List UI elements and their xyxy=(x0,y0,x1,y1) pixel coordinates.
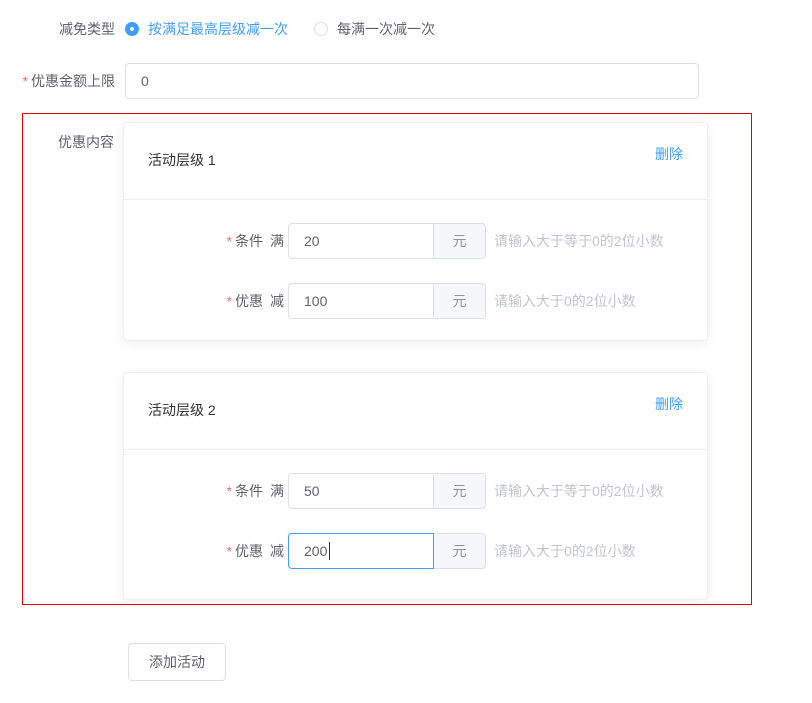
discount-limit-row: *优惠金额上限 xyxy=(0,63,699,99)
activity-level-card-1: 活动层级 1 删除 *条件满 元 请输入大于等于0的2位小数 *优惠减 元 请输… xyxy=(123,122,708,341)
discount-field-row: *优惠减 元 请输入大于0的2位小数 xyxy=(124,533,707,569)
required-asterisk: * xyxy=(227,543,232,559)
condition-field-row: *条件满 元 请输入大于等于0的2位小数 xyxy=(124,473,707,509)
discount-input-group: 元 xyxy=(288,283,486,319)
field-prefix: 减 xyxy=(270,293,284,309)
unit-append: 元 xyxy=(434,223,486,259)
text-caret xyxy=(329,542,330,560)
radio-unselected-icon xyxy=(314,22,328,36)
condition-field-row: *条件满 元 请输入大于等于0的2位小数 xyxy=(124,223,707,259)
unit-append: 元 xyxy=(434,533,486,569)
delete-card-1-link[interactable]: 删除 xyxy=(655,146,683,162)
card-title: 活动层级 2 xyxy=(148,402,216,418)
radio-option-every-time[interactable]: 每满一次减一次 xyxy=(314,19,435,39)
condition-amount-input[interactable] xyxy=(288,223,434,259)
field-prefix: 减 xyxy=(270,543,284,559)
radio-option-highest-level[interactable]: 按满足最高层级减一次 xyxy=(125,19,288,39)
activity-level-card-2: 活动层级 2 删除 *条件满 元 请输入大于等于0的2位小数 *优惠减 元 请输… xyxy=(123,372,708,600)
radio-option-label: 按满足最高层级减一次 xyxy=(148,19,288,39)
field-prefix: 满 xyxy=(270,483,284,499)
input-hint: 请输入大于等于0的2位小数 xyxy=(494,231,664,251)
card-title: 活动层级 1 xyxy=(148,152,216,168)
condition-label: *条件满 xyxy=(124,481,288,501)
reduction-type-row: 减免类型 按满足最高层级减一次 每满一次减一次 xyxy=(0,21,435,37)
discount-content-label: 优惠内容 xyxy=(23,134,114,150)
discount-amount-input-focused[interactable] xyxy=(288,533,434,569)
discount-limit-label: *优惠金额上限 xyxy=(0,73,125,89)
required-asterisk: * xyxy=(227,483,232,499)
condition-label: *条件满 xyxy=(124,231,288,251)
card-header-divider xyxy=(124,199,707,200)
discount-input-group: 元 xyxy=(288,533,486,569)
condition-input-group: 元 xyxy=(288,223,486,259)
reduction-type-label: 减免类型 xyxy=(0,21,125,37)
discount-limit-input[interactable] xyxy=(125,63,699,99)
radio-option-label: 每满一次减一次 xyxy=(337,19,435,39)
card-header-divider xyxy=(124,449,707,450)
required-asterisk: * xyxy=(227,293,232,309)
field-prefix: 满 xyxy=(270,233,284,249)
discount-label: *优惠减 xyxy=(124,291,288,311)
input-hint: 请输入大于0的2位小数 xyxy=(494,541,636,561)
discount-label: *优惠减 xyxy=(124,541,288,561)
discount-amount-input[interactable] xyxy=(288,283,434,319)
input-hint: 请输入大于等于0的2位小数 xyxy=(494,481,664,501)
radio-selected-icon xyxy=(125,22,139,36)
add-activity-button[interactable]: 添加活动 xyxy=(128,643,226,681)
unit-append: 元 xyxy=(434,473,486,509)
condition-amount-input[interactable] xyxy=(288,473,434,509)
required-asterisk: * xyxy=(23,73,28,89)
delete-card-2-link[interactable]: 删除 xyxy=(655,396,683,412)
input-hint: 请输入大于0的2位小数 xyxy=(494,291,636,311)
condition-input-group: 元 xyxy=(288,473,486,509)
discount-field-row: *优惠减 元 请输入大于0的2位小数 xyxy=(124,283,707,319)
required-asterisk: * xyxy=(227,233,232,249)
promotion-form-page: 减免类型 按满足最高层级减一次 每满一次减一次 *优惠金额上限 优惠内容 活动层… xyxy=(0,0,812,703)
unit-append: 元 xyxy=(434,283,486,319)
discount-content-section: 优惠内容 活动层级 1 删除 *条件满 元 请输入大于等于0的2位小数 *优惠减… xyxy=(22,113,752,605)
